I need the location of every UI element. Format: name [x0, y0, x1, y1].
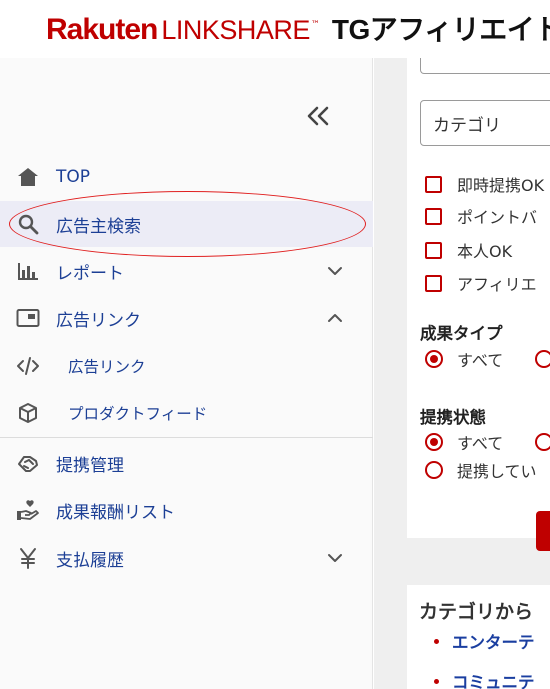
- filter-card: カテゴリ 即時提携OK ポイントバ 本人OK アフィリエ 成果タイプ すべて 提…: [407, 58, 550, 551]
- radio-result-type-all[interactable]: すべて: [425, 347, 503, 371]
- ad-frame-icon: [16, 306, 40, 330]
- sidebar-subitem-ad-links[interactable]: 広告リンク: [0, 343, 373, 389]
- sidebar-item-label: レポート: [56, 263, 124, 284]
- bullet-icon: [434, 638, 439, 644]
- double-chevron-left-icon: [307, 106, 329, 126]
- radio-button[interactable]: [425, 433, 443, 451]
- logo-trademark: ™: [310, 20, 320, 30]
- category-select[interactable]: カテゴリ: [420, 100, 550, 146]
- checkbox-instant-partnership[interactable]: 即時提携OK: [425, 172, 544, 196]
- radio-button[interactable]: [535, 350, 550, 368]
- category-link-entertainment[interactable]: エンターテ: [434, 629, 535, 653]
- radio-partnership-all[interactable]: すべて: [425, 430, 503, 454]
- radio-label: 提携してい: [457, 462, 537, 481]
- main-panel: カテゴリ 即時提携OK ポイントバ 本人OK アフィリエ 成果タイプ すべて 提…: [374, 58, 550, 689]
- sidebar-item-ad-links[interactable]: 広告リンク: [0, 295, 373, 341]
- checkbox-affiliate[interactable]: アフィリエ: [425, 271, 537, 295]
- logo-tg-affiliate: TGアフィリエイト: [331, 14, 550, 45]
- logo-linkshare: LINKSHARE: [161, 15, 310, 45]
- sidebar-item-report[interactable]: レポート: [0, 248, 373, 294]
- sidebar-item-reward-list[interactable]: 成果報酬リスト: [0, 487, 373, 533]
- category-card: カテゴリから エンターテ コミュニテ: [407, 585, 550, 689]
- checkbox-points[interactable]: ポイントバ: [425, 204, 537, 228]
- sidebar-item-label: 広告主検索: [56, 216, 141, 237]
- search-icon: [16, 212, 40, 236]
- checkbox-self-ok[interactable]: 本人OK: [425, 238, 512, 262]
- category-link-label: エンターテ: [452, 633, 535, 652]
- radio-button[interactable]: [535, 433, 550, 451]
- code-icon: [16, 354, 40, 378]
- result-type-title: 成果タイプ: [420, 324, 503, 343]
- sidebar-item-label: TOP: [56, 167, 91, 187]
- logo[interactable]: Rakuten LINKSHARE ™ TGアフィリエイト: [46, 8, 550, 48]
- chevron-down-icon[interactable]: [324, 547, 346, 569]
- sidebar-item-advertiser-search[interactable]: 広告主検索: [0, 201, 373, 247]
- header: Rakuten LINKSHARE ™ TGアフィリエイト: [0, 0, 550, 58]
- radio-label: すべて: [457, 351, 504, 370]
- bar-chart-icon: [16, 259, 40, 283]
- category-link-community[interactable]: コミュニテ: [434, 669, 535, 689]
- radio-result-type-other[interactable]: [535, 347, 550, 371]
- yen-icon: [16, 546, 40, 570]
- sidebar: TOP 広告主検索 レポート 広告リンク 広告リンク プロダクトフィード 提携管…: [0, 58, 373, 689]
- checkbox-label: アフィリエ: [457, 275, 537, 294]
- search-button[interactable]: [536, 511, 550, 551]
- chevron-down-icon[interactable]: [324, 260, 346, 282]
- keyword-input[interactable]: [420, 58, 550, 74]
- logo-rakuten: Rakuten: [46, 13, 158, 46]
- radio-label: すべて: [457, 434, 504, 453]
- sidebar-item-partnership-management[interactable]: 提携管理: [0, 440, 373, 486]
- sidebar-item-label: 提携管理: [56, 455, 124, 476]
- sidebar-item-label: 広告リンク: [68, 358, 146, 376]
- sidebar-item-label: 成果報酬リスト: [56, 502, 175, 523]
- handshake-icon: [16, 451, 40, 475]
- radio-button[interactable]: [425, 461, 443, 479]
- checkbox[interactable]: [425, 207, 442, 225]
- sidebar-divider: [0, 437, 373, 438]
- partnership-status-title: 提携状態: [420, 408, 486, 427]
- checkbox[interactable]: [425, 241, 442, 259]
- sidebar-item-payment-history[interactable]: 支払履歴: [0, 535, 373, 581]
- radio-partnership-partnered[interactable]: 提携してい: [425, 458, 537, 482]
- chevron-up-icon[interactable]: [324, 307, 346, 329]
- sidebar-item-top[interactable]: TOP: [0, 154, 373, 200]
- checkbox-label: ポイントバ: [457, 208, 538, 227]
- checkbox[interactable]: [425, 175, 442, 193]
- collapse-sidebar-button[interactable]: [300, 98, 336, 134]
- category-select-value: カテゴリ: [433, 115, 501, 136]
- category-section-title: カテゴリから: [419, 601, 534, 623]
- category-link-label: コミュニテ: [452, 673, 535, 689]
- checkbox-label: 本人OK: [457, 242, 513, 261]
- radio-button[interactable]: [425, 350, 443, 368]
- home-icon: [16, 165, 40, 189]
- sidebar-subitem-product-feed[interactable]: プロダクトフィード: [0, 390, 373, 436]
- sidebar-item-label: 支払履歴: [56, 550, 124, 571]
- checkbox-label: 即時提携OK: [457, 176, 545, 195]
- bullet-icon: [434, 678, 439, 684]
- sidebar-item-label: 広告リンク: [56, 310, 141, 331]
- hand-heart-icon: [16, 498, 40, 522]
- sidebar-item-label: プロダクトフィード: [68, 405, 208, 423]
- radio-partnership-other[interactable]: [535, 430, 550, 454]
- checkbox[interactable]: [425, 274, 442, 292]
- cube-icon: [16, 401, 40, 425]
